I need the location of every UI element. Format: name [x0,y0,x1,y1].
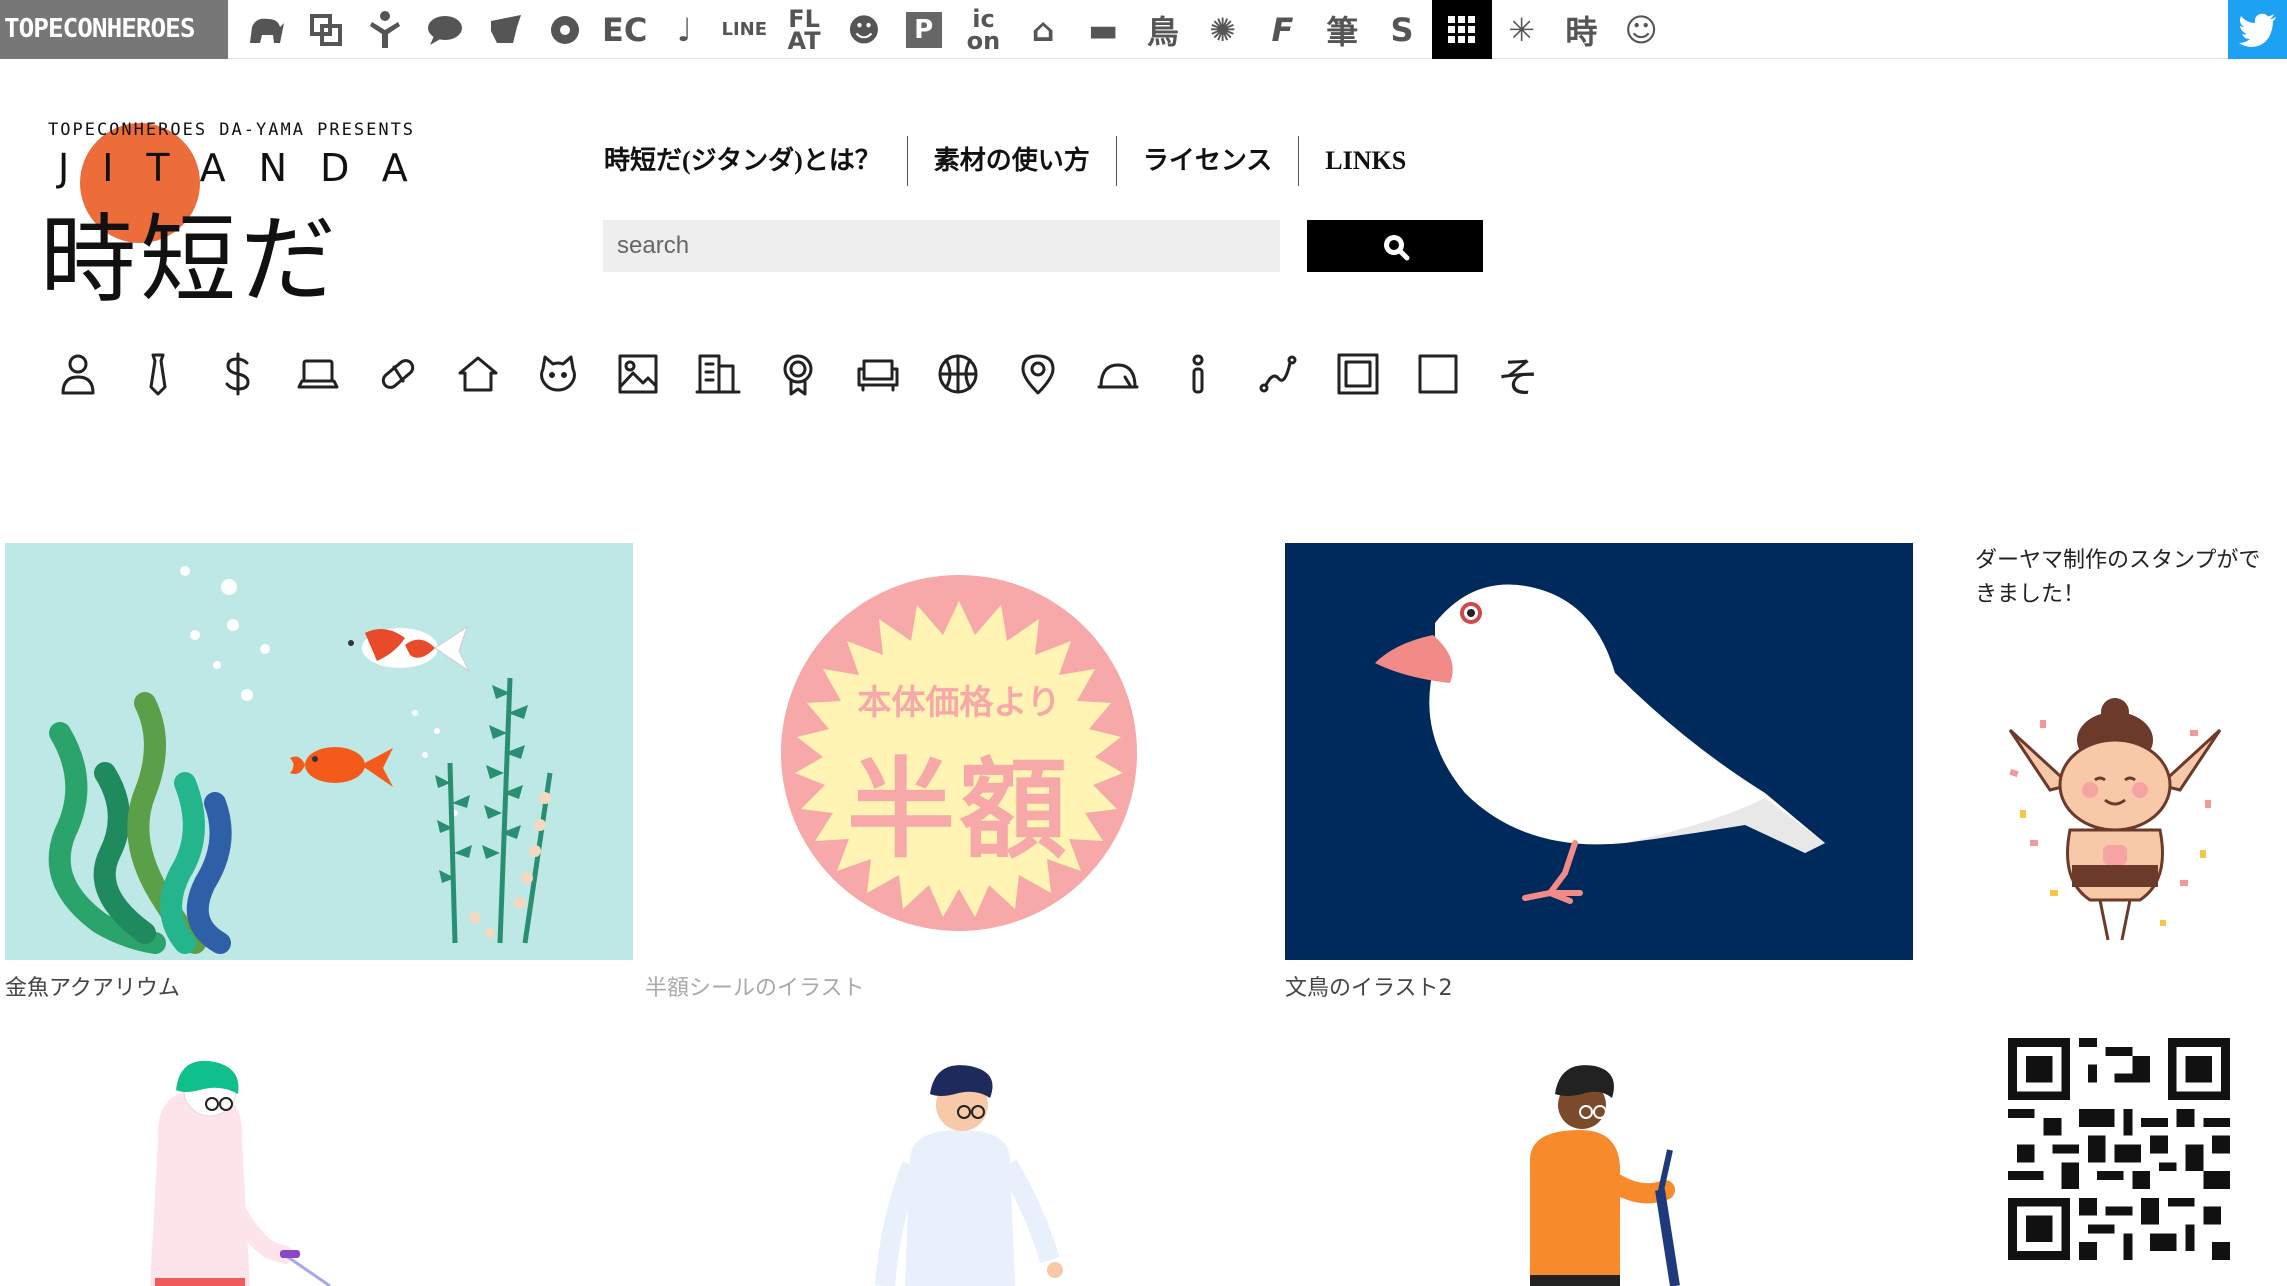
card-java-sparrow[interactable]: 文鳥のイラスト2 [1285,543,1913,1002]
copy-icon[interactable] [296,0,356,59]
frame-icon[interactable] [1318,346,1398,402]
card-caption[interactable]: 金魚アクアリウム [5,970,633,1002]
card-half-price-sticker[interactable]: 本体価格より 半額 半額シールのイラスト [645,543,1273,1002]
sunrise-icon[interactable] [1078,346,1158,402]
qr-code-image [2008,1038,2230,1260]
bench-icon[interactable]: ▬ [1073,0,1133,59]
brush-icon[interactable]: 筆 [1312,0,1372,59]
tori-icon[interactable]: 鳥 [1133,0,1193,59]
search-input[interactable] [603,220,1280,272]
card-caption[interactable]: 文鳥のイラスト2 [1285,970,1913,1002]
stamp-character-image[interactable] [1990,690,2240,950]
basketball-icon[interactable] [918,346,998,402]
thumb-person-walking-dog[interactable] [100,1060,360,1286]
card-caption[interactable]: 半額シールのイラスト [645,970,1273,1002]
main-nav: 時短だ(ジタンダ)とは？ 素材の使い方 ライセンス LINKS [600,136,1432,186]
person-icon[interactable] [356,0,416,59]
building-icon[interactable] [678,346,758,402]
s-icon[interactable]: S [1372,0,1432,59]
thumb-person-standing[interactable] [850,1060,1090,1286]
music-note-icon[interactable]: ♩ [655,0,715,59]
thumb-goldfish-aquarium[interactable] [5,543,633,960]
logo-kanji: 時短だ [40,204,340,316]
bird-icon[interactable] [475,0,535,59]
f-icon[interactable]: F [1253,0,1313,59]
icon-on-icon[interactable]: ic on [954,0,1014,59]
ec-icon[interactable]: EC [595,0,655,59]
medal-icon[interactable] [758,346,838,402]
building-icon[interactable]: ⌂ [1013,0,1073,59]
cat-icon[interactable] [518,346,598,402]
nav-links[interactable]: LINKS [1299,136,1432,186]
flat-icon[interactable]: FL AT [774,0,834,59]
map-pin-icon[interactable] [998,346,1078,402]
card-goldfish-aquarium[interactable]: 金魚アクアリウム [5,543,633,1002]
nav-about[interactable]: 時短だ(ジタンダ)とは？ [600,136,908,186]
pill-icon[interactable] [358,346,438,402]
topeconheroes-brand[interactable]: TOPECONHEROES [0,0,228,59]
site-network-bar: TOPECONHEROES EC ♩ LINE FL AT ☻ P ic on … [0,0,2287,59]
thumb-half-price-sticker[interactable]: 本体価格より 半額 [645,543,1273,960]
site-links: EC ♩ LINE FL AT ☻ P ic on ⌂ ▬ 鳥 ✺ F 筆 S … [236,0,1671,59]
sticker-line2: 半額 [846,748,1071,873]
pattern-icon[interactable]: ✺ [1193,0,1253,59]
nav-usage[interactable]: 素材の使い方 [908,136,1117,186]
parking-icon[interactable]: P [894,0,954,59]
elephant-icon[interactable] [236,0,296,59]
person-icon[interactable] [38,346,118,402]
other-icon[interactable]: そ [1478,346,1558,402]
laptop-icon[interactable] [278,346,358,402]
category-icons: そ [38,346,1558,402]
logo-presents: TOPECONHEROES DA-YAMA PRESENTS [48,120,416,140]
route-icon[interactable] [1238,346,1318,402]
site-logo[interactable]: TOPECONHEROES DA-YAMA PRESENTS JITANDA 時… [40,120,450,316]
thumb-person-scooter[interactable] [1500,1060,1740,1286]
search-icon [1384,235,1410,261]
image-icon[interactable] [598,346,678,402]
sidebar-stamp-announcement: ダーヤマ制作のスタンプができました！ [1975,548,2261,607]
line-icon[interactable]: LINE [714,0,774,59]
face-icon[interactable]: ☺ [1611,0,1671,59]
sticker-line1: 本体価格より [857,683,1061,723]
flower-icon[interactable] [535,0,595,59]
speech-bubble-icon[interactable] [415,0,475,59]
house-icon[interactable] [438,346,518,402]
search-button[interactable] [1307,220,1483,272]
thumb-java-sparrow[interactable] [1285,543,1913,960]
nav-license[interactable]: ライセンス [1117,136,1300,186]
info-icon[interactable] [1158,346,1238,402]
square-icon[interactable] [1398,346,1478,402]
grid-icon[interactable] [1431,0,1492,59]
sofa-icon[interactable] [838,346,918,402]
toki-icon[interactable]: 時 [1552,0,1612,59]
tie-icon[interactable] [118,346,198,402]
smile-icon[interactable]: ☻ [834,0,894,59]
twitter-icon[interactable] [2228,0,2287,59]
burst-icon[interactable]: ✳ [1492,0,1552,59]
dollar-icon[interactable] [198,346,278,402]
